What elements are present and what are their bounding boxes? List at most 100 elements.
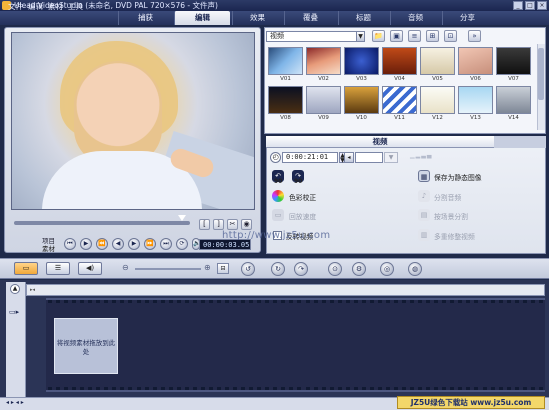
fit-project-icon[interactable]: ⊟ bbox=[217, 263, 229, 274]
undo-icon[interactable]: ↺ bbox=[241, 262, 255, 276]
save-still-icon[interactable]: ▦ bbox=[418, 170, 430, 182]
film-perforation bbox=[160, 300, 165, 303]
library-thumb[interactable] bbox=[420, 47, 455, 75]
library-thumb[interactable] bbox=[496, 86, 531, 114]
import-icon[interactable]: ▣ bbox=[390, 30, 403, 42]
track-up-icon[interactable]: ▲ bbox=[10, 284, 20, 294]
zoom-in-icon[interactable]: ⊕ bbox=[204, 263, 211, 272]
tab-share[interactable]: 分享 bbox=[442, 11, 492, 25]
film-perforation bbox=[329, 300, 334, 303]
speaker-icon[interactable]: ◂ bbox=[344, 152, 354, 163]
zoom-out-icon[interactable]: ⊖ bbox=[122, 263, 129, 272]
maximize-button[interactable]: □ bbox=[525, 1, 535, 10]
library-thumb[interactable] bbox=[496, 47, 531, 75]
film-perforation bbox=[192, 387, 197, 390]
audio-view-button[interactable]: ◀) bbox=[78, 262, 102, 275]
redo-disabled-icon[interactable]: ↷ bbox=[294, 262, 308, 276]
film-perforation bbox=[225, 387, 230, 390]
film-perforation bbox=[466, 300, 471, 303]
zoom-slider[interactable] bbox=[135, 268, 201, 270]
film-perforation bbox=[128, 300, 133, 303]
redo-icon[interactable]: ↻ bbox=[271, 262, 285, 276]
play-button[interactable]: ▶ bbox=[80, 238, 92, 250]
export-icon[interactable]: ◍ bbox=[408, 262, 422, 276]
tab-audio[interactable]: 音频 bbox=[390, 11, 440, 25]
thumb-label: V12 bbox=[432, 115, 443, 121]
render-icon[interactable]: ◎ bbox=[380, 262, 394, 276]
library-thumb[interactable] bbox=[458, 47, 493, 75]
save-still-label[interactable]: 保存为静态图像 bbox=[434, 172, 482, 182]
storyboard-filmstrip[interactable] bbox=[46, 298, 545, 392]
prev-frame-button[interactable]: ⏪ bbox=[96, 238, 108, 250]
chevron-down-icon[interactable]: ▼ bbox=[356, 31, 365, 42]
split-audio-icon: ♪ bbox=[418, 190, 430, 202]
storyboard-view-button[interactable]: ▭ bbox=[14, 262, 38, 275]
color-correction-icon[interactable] bbox=[272, 190, 284, 202]
menu-tools[interactable]: 工具 bbox=[68, 0, 83, 14]
library-thumb[interactable] bbox=[382, 86, 417, 114]
library-thumb[interactable] bbox=[420, 86, 455, 114]
smart-proxy-icon[interactable]: ⚙ bbox=[352, 262, 366, 276]
capture-icon[interactable]: ⊙ bbox=[328, 262, 342, 276]
film-perforation bbox=[233, 300, 238, 303]
drop-clip-placeholder[interactable]: 将视频素材拖放到此处 bbox=[54, 318, 118, 374]
repeat-button[interactable]: ⟳ bbox=[176, 238, 188, 250]
timeline-view-button[interactable]: ☰ bbox=[46, 262, 70, 275]
mark-in-button[interactable]: [ bbox=[199, 219, 210, 230]
library-thumb[interactable] bbox=[306, 47, 341, 75]
tab-edit[interactable]: 编辑 bbox=[174, 11, 230, 25]
library-thumb[interactable] bbox=[344, 47, 379, 75]
library-thumb[interactable] bbox=[268, 47, 303, 75]
color-correction-label[interactable]: 色彩校正 bbox=[289, 192, 316, 202]
film-perforation bbox=[450, 300, 455, 303]
library-thumb[interactable] bbox=[458, 86, 493, 114]
forward-button[interactable]: ▶ bbox=[128, 238, 140, 250]
sort-icon[interactable]: ≡ bbox=[408, 30, 421, 42]
collapse-icon[interactable]: » bbox=[468, 30, 481, 42]
tab-capture[interactable]: 捕获 bbox=[118, 11, 172, 25]
scrubber-handle[interactable] bbox=[178, 215, 186, 221]
menu-edit[interactable]: 编辑 bbox=[28, 0, 43, 14]
clip-mode-label: 素材 bbox=[42, 245, 55, 253]
folder-icon[interactable]: 📁 bbox=[372, 30, 385, 42]
scroll-left-icon[interactable]: ◂ ▸ ◂ ▸ bbox=[6, 399, 24, 406]
film-perforation bbox=[96, 300, 101, 303]
enlarge-preview-button[interactable]: ◉ bbox=[241, 219, 252, 230]
tab-overlay[interactable]: 覆叠 bbox=[284, 11, 336, 25]
tab-video-options[interactable]: 视频 bbox=[266, 136, 494, 148]
volume-field[interactable] bbox=[355, 152, 383, 163]
library-manager-icon[interactable]: ⊞ bbox=[426, 30, 439, 42]
timeline-ruler[interactable] bbox=[26, 284, 545, 296]
film-perforation bbox=[321, 300, 326, 303]
film-perforation bbox=[297, 300, 302, 303]
film-perforation bbox=[289, 300, 294, 303]
library-folder-select[interactable]: 视频 bbox=[266, 31, 364, 42]
cut-clip-button[interactable]: ✂ bbox=[227, 219, 238, 230]
mark-out-button[interactable]: ] bbox=[213, 219, 224, 230]
film-perforation bbox=[265, 300, 270, 303]
library-scrollbar-thumb[interactable] bbox=[538, 48, 544, 100]
film-perforation bbox=[56, 387, 61, 390]
library-thumb[interactable] bbox=[382, 47, 417, 75]
film-perforation bbox=[514, 300, 519, 303]
menu-clip[interactable]: 素材 bbox=[48, 0, 63, 14]
tab-title[interactable]: 标题 bbox=[338, 11, 388, 25]
home-button[interactable]: ⏮ bbox=[64, 238, 76, 250]
library-thumb[interactable] bbox=[306, 86, 341, 114]
expand-library-icon[interactable]: ⊡ bbox=[444, 30, 457, 42]
library-thumb[interactable] bbox=[268, 86, 303, 114]
scrubber-track[interactable] bbox=[14, 221, 190, 225]
volume-dropdown[interactable]: ▼ bbox=[384, 152, 398, 163]
film-perforation bbox=[233, 387, 238, 390]
end-button[interactable]: ⏭ bbox=[160, 238, 172, 250]
library-thumb[interactable] bbox=[344, 86, 379, 114]
tab-effect[interactable]: 效果 bbox=[232, 11, 282, 25]
next-frame-button[interactable]: ⏩ bbox=[144, 238, 156, 250]
close-button[interactable]: × bbox=[537, 1, 547, 10]
thumb-label: V14 bbox=[508, 115, 519, 121]
video-track-icon[interactable]: ▭▸ bbox=[9, 308, 23, 318]
minimize-button[interactable]: _ bbox=[513, 1, 523, 10]
duration-field[interactable]: 0:00:21:01 bbox=[282, 152, 338, 163]
menu-file[interactable]: 文件 bbox=[8, 0, 23, 14]
rewind-button[interactable]: ◀ bbox=[112, 238, 124, 250]
